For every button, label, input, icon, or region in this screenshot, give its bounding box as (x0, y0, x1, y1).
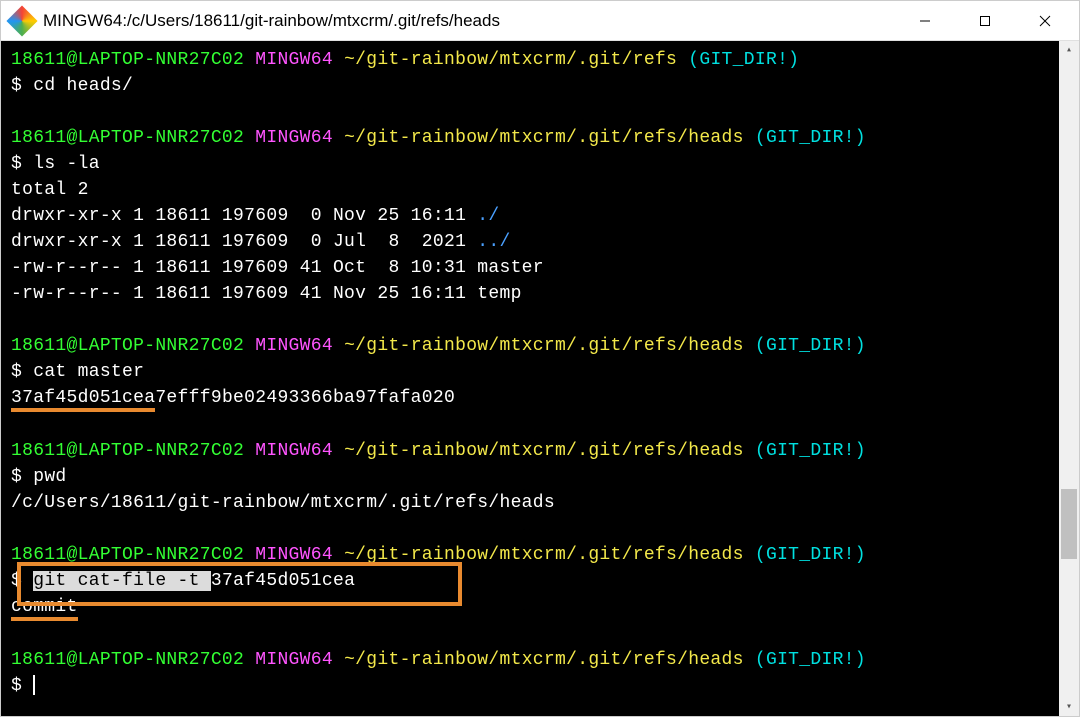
scrollbar-vertical[interactable]: ▴ ▾ (1059, 41, 1079, 716)
prompt-gitdir: (GIT_DIR!) (688, 50, 799, 70)
prompt-dollar: $ (11, 76, 22, 96)
prompt-path: ~/git-rainbow/mtxcrm/.git/refs/heads (344, 545, 744, 565)
prompt-env: MINGW64 (255, 128, 333, 148)
ls-total: total 2 (11, 177, 1049, 203)
maximize-icon (979, 15, 991, 27)
prompt-path: ~/git-rainbow/mtxcrm/.git/refs/heads (344, 128, 744, 148)
cursor (33, 675, 35, 695)
prompt-path: ~/git-rainbow/mtxcrm/.git/refs/heads (344, 650, 744, 670)
prompt-env: MINGW64 (255, 336, 333, 356)
ls-row: -rw-r--r-- 1 18611 197609 41 Oct 8 10:31… (11, 255, 1049, 281)
scrollbar-thumb[interactable] (1061, 489, 1077, 559)
window-controls (895, 1, 1075, 40)
prompt-dollar: $ (11, 467, 22, 487)
prompt-gitdir: (GIT_DIR!) (755, 441, 866, 461)
window-title: MINGW64:/c/Users/18611/git-rainbow/mtxcr… (43, 11, 895, 31)
prompt-path: ~/git-rainbow/mtxcrm/.git/refs (344, 50, 677, 70)
cmd-catfile-hash: 37af45d051cea (211, 571, 355, 591)
prompt-gitdir: (GIT_DIR!) (755, 545, 866, 565)
prompt-gitdir: (GIT_DIR!) (755, 650, 866, 670)
prompt-user: 18611@LAPTOP-NNR27C02 (11, 50, 244, 70)
prompt-user: 18611@LAPTOP-NNR27C02 (11, 441, 244, 461)
prompt-gitdir: (GIT_DIR!) (755, 336, 866, 356)
app-icon (6, 5, 37, 36)
prompt-dollar: $ (11, 676, 22, 696)
prompt-user: 18611@LAPTOP-NNR27C02 (11, 336, 244, 356)
ls-row: -rw-r--r-- 1 18611 197609 41 Nov 25 16:1… (11, 281, 1049, 307)
prompt-env: MINGW64 (255, 650, 333, 670)
pwd-output: /c/Users/18611/git-rainbow/mtxcrm/.git/r… (11, 490, 1049, 516)
close-icon (1039, 15, 1051, 27)
cmd-cat: cat master (33, 362, 144, 382)
minimize-icon (919, 15, 931, 27)
close-button[interactable] (1015, 1, 1075, 40)
ls-dir: ./ (477, 206, 499, 226)
terminal-wrapper: 18611@LAPTOP-NNR27C02 MINGW64 ~/git-rain… (1, 41, 1079, 716)
prompt-path: ~/git-rainbow/mtxcrm/.git/refs/heads (344, 441, 744, 461)
prompt-user: 18611@LAPTOP-NNR27C02 (11, 650, 244, 670)
hash-underlined: 37af45d051cea (11, 388, 155, 412)
hash-rest: 7efff9be02493366ba97fafa020 (155, 388, 455, 408)
ls-row: drwxr-xr-x 1 18611 197609 0 Jul 8 2021 (11, 232, 477, 252)
scroll-down-arrow[interactable]: ▾ (1059, 698, 1079, 716)
prompt-user: 18611@LAPTOP-NNR27C02 (11, 545, 244, 565)
prompt-env: MINGW64 (255, 50, 333, 70)
prompt-dollar: $ (11, 154, 22, 174)
prompt-env: MINGW64 (255, 545, 333, 565)
prompt-user: 18611@LAPTOP-NNR27C02 (11, 128, 244, 148)
terminal-output[interactable]: 18611@LAPTOP-NNR27C02 MINGW64 ~/git-rain… (1, 41, 1059, 716)
cmd-pwd: pwd (33, 467, 66, 487)
prompt-gitdir: (GIT_DIR!) (755, 128, 866, 148)
prompt-dollar: $ (11, 571, 22, 591)
commit-underlined: commit (11, 597, 78, 621)
cmd-cd: cd heads/ (33, 76, 133, 96)
scroll-up-arrow[interactable]: ▴ (1059, 41, 1079, 59)
maximize-button[interactable] (955, 1, 1015, 40)
minimize-button[interactable] (895, 1, 955, 40)
window-titlebar: MINGW64:/c/Users/18611/git-rainbow/mtxcr… (1, 1, 1079, 41)
ls-row: drwxr-xr-x 1 18611 197609 0 Nov 25 16:11 (11, 206, 477, 226)
cmd-catfile-highlight: git cat-file -t (33, 571, 211, 591)
prompt-env: MINGW64 (255, 441, 333, 461)
ls-dir: ../ (477, 232, 510, 252)
prompt-path: ~/git-rainbow/mtxcrm/.git/refs/heads (344, 336, 744, 356)
cmd-ls: ls -la (33, 154, 100, 174)
prompt-dollar: $ (11, 362, 22, 382)
